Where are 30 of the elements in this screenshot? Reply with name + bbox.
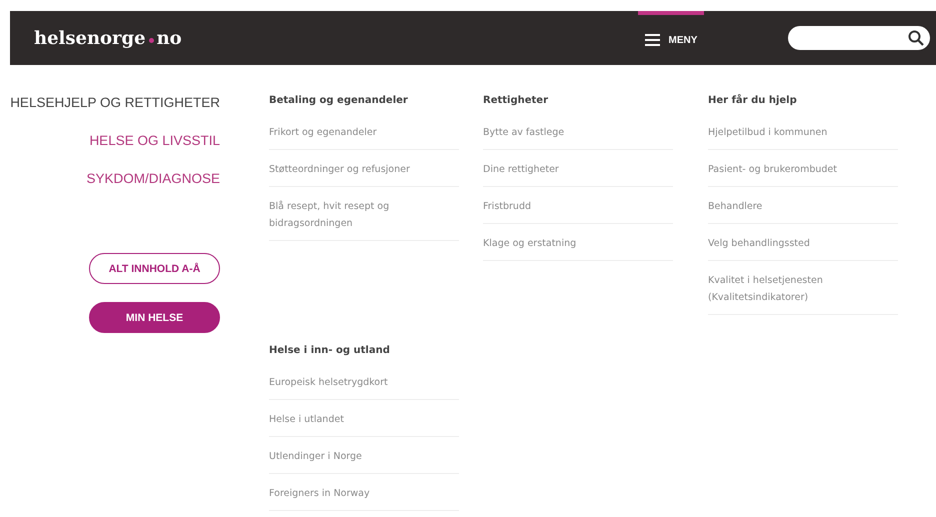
menu-link[interactable]: Velg behandlingssted [708,233,898,261]
search-field[interactable] [788,26,930,50]
menu-link[interactable]: Dine rettigheter [483,159,673,187]
menu-link[interactable]: Utlendinger i Norge [269,446,459,474]
primary-button[interactable]: MIN HELSE [89,302,220,333]
menu-link[interactable]: Pasient- og brukerombudet [708,159,898,187]
menu-link[interactable]: Blå resept, hvit resept og bidragsordningen [269,196,459,241]
section-heading: Her får du hjelp [708,95,798,106]
menu-link[interactable]: Helse i utlandet [269,409,459,437]
section-heading: Rettigheter [483,95,550,106]
nav-link[interactable]: SYKDOM/DIAGNOSE [86,171,220,209]
search-icon[interactable] [908,30,924,46]
menu-link[interactable]: Frikort og egenandeler [269,122,459,150]
menu-link[interactable]: Støtteordninger og refusjoner [269,159,459,187]
menu-link[interactable]: Bytte av fastlege [483,122,673,150]
nav-link[interactable]: HELSEHJELP OG RETTIGHETER [10,95,220,133]
menu-button[interactable]: MENY [638,11,704,65]
section-heading: Betaling og egenandeler [269,95,409,106]
menu-icon [644,34,660,46]
menu-link[interactable]: Behandlere [708,196,898,224]
menu-link[interactable]: Fristbrudd [483,196,673,224]
nav-link[interactable]: HELSE OG LIVSSTIL [89,133,220,171]
outline-button[interactable]: ALT INNHOLD A-Å [89,253,220,284]
section-heading: Helse i inn- og utland [269,345,391,356]
menu-link[interactable]: Foreigners in Norway [269,483,459,511]
menu-link[interactable]: Kvalitet i helsetjenesten (Kvalitetsindikatorer) [708,270,898,315]
site-logo[interactable]: helsenorge no [34,28,182,48]
menu-link[interactable]: Klage og erstatning [483,233,673,261]
menu-link[interactable]: Hjelpetilbud i kommunen [708,122,898,150]
menu-link[interactable]: Europeisk helsetrygdkort [269,372,459,400]
